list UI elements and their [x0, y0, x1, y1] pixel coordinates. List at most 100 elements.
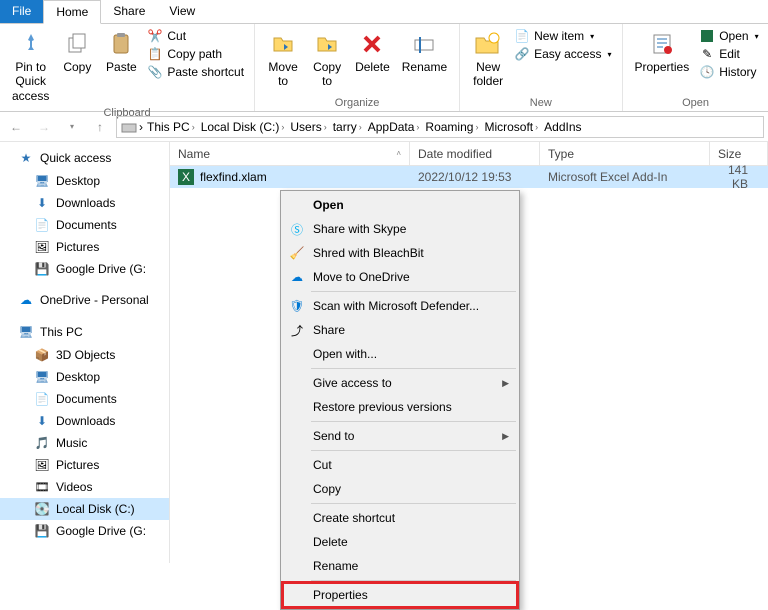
- copy-path-button[interactable]: 📋Copy path: [147, 46, 244, 62]
- nav-pc-music[interactable]: 🎵Music: [0, 432, 169, 454]
- separator: [311, 503, 516, 504]
- nav-downloads[interactable]: ⬇Downloads: [0, 192, 169, 214]
- crumb-addins[interactable]: AddIns: [542, 120, 583, 134]
- separator: [311, 450, 516, 451]
- group-organize: Move to Copy to Delete Rename Organize: [255, 24, 460, 111]
- drive-icon: 💾: [34, 261, 50, 277]
- nav-quick-access[interactable]: ★Quick access: [0, 146, 169, 170]
- ctx-share[interactable]: ⤴Share: [283, 318, 517, 342]
- downloads-icon: ⬇: [34, 413, 50, 429]
- downloads-icon: ⬇: [34, 195, 50, 211]
- rename-icon: [408, 28, 440, 60]
- easy-access-button[interactable]: 🔗Easy access▾: [514, 46, 611, 62]
- nav-onedrive[interactable]: ☁OneDrive - Personal: [0, 288, 169, 312]
- delete-icon: [356, 28, 388, 60]
- nav-pc-videos[interactable]: 🎞Videos: [0, 476, 169, 498]
- crumb-microsoft[interactable]: Microsoft›: [482, 120, 540, 134]
- col-size[interactable]: Size: [710, 142, 768, 165]
- cut-button[interactable]: ✂️Cut: [147, 28, 244, 44]
- col-name[interactable]: Name˄: [170, 142, 410, 165]
- copy-icon: [61, 28, 93, 60]
- new-item-button[interactable]: 📄New item▾: [514, 28, 611, 44]
- separator: [311, 291, 516, 292]
- nav-3d-objects[interactable]: 📦3D Objects: [0, 344, 169, 366]
- ctx-send-to[interactable]: Send to▶: [283, 424, 517, 448]
- nav-pc-downloads[interactable]: ⬇Downloads: [0, 410, 169, 432]
- nav-pictures[interactable]: 🖼Pictures: [0, 236, 169, 258]
- nav-documents[interactable]: 📄Documents: [0, 214, 169, 236]
- nav-google-drive-g[interactable]: 💾Google Drive (G:: [0, 520, 169, 542]
- chevron-right-icon: ▶: [502, 378, 509, 389]
- cut-icon: ✂️: [147, 28, 163, 44]
- nav-this-pc[interactable]: 🖥This PC: [0, 320, 169, 344]
- paste-button[interactable]: Paste: [99, 26, 143, 76]
- nav-google-drive[interactable]: 💾Google Drive (G:: [0, 258, 169, 280]
- ctx-shred[interactable]: 🧹Shred with BleachBit: [283, 241, 517, 265]
- ctx-properties[interactable]: Properties: [283, 583, 517, 607]
- menu-tabs: File Home Share View: [0, 0, 768, 24]
- ctx-cut[interactable]: Cut: [283, 453, 517, 477]
- rename-button[interactable]: Rename: [396, 26, 453, 76]
- ctx-delete[interactable]: Delete: [283, 530, 517, 554]
- file-row-flexfind[interactable]: Xflexfind.xlam 2022/10/12 19:53 Microsof…: [170, 166, 768, 188]
- drive-icon: [121, 119, 137, 135]
- ctx-share-skype[interactable]: ⓈShare with Skype: [283, 217, 517, 241]
- 3d-icon: 📦: [34, 347, 50, 363]
- separator: [311, 368, 516, 369]
- tab-home[interactable]: Home: [43, 0, 101, 24]
- ctx-restore[interactable]: Restore previous versions: [283, 395, 517, 419]
- copy-button[interactable]: Copy: [55, 26, 99, 76]
- star-icon: ★: [18, 150, 34, 166]
- ctx-give-access[interactable]: Give access to▶: [283, 371, 517, 395]
- properties-button[interactable]: Properties: [629, 26, 696, 76]
- nav-pc-documents[interactable]: 📄Documents: [0, 388, 169, 410]
- crumb-local-disk[interactable]: Local Disk (C:)›: [199, 120, 287, 134]
- paste-shortcut-button[interactable]: 📎Paste shortcut: [147, 64, 244, 80]
- navigation-pane: ★Quick access 🖥Desktop ⬇Downloads 📄Docum…: [0, 142, 170, 563]
- up-button[interactable]: ↑: [88, 115, 112, 139]
- crumb-tarry[interactable]: tarry›: [331, 120, 364, 134]
- ctx-copy[interactable]: Copy: [283, 477, 517, 501]
- open-button-ribbon[interactable]: Open▾: [699, 28, 758, 44]
- disk-icon: 💽: [34, 501, 50, 517]
- nav-local-disk[interactable]: 💽Local Disk (C:): [0, 498, 169, 520]
- delete-button[interactable]: Delete: [349, 26, 396, 76]
- ctx-rename[interactable]: Rename: [283, 554, 517, 578]
- column-headers: Name˄ Date modified Type Size: [170, 142, 768, 166]
- properties-icon: [646, 28, 678, 60]
- breadcrumb[interactable]: › This PC› Local Disk (C:)› Users› tarry…: [116, 116, 764, 138]
- forward-button[interactable]: →: [32, 115, 56, 139]
- back-button[interactable]: ←: [4, 115, 28, 139]
- ctx-create-shortcut[interactable]: Create shortcut: [283, 506, 517, 530]
- new-folder-button[interactable]: New folder: [466, 26, 510, 91]
- tab-share[interactable]: Share: [101, 0, 157, 23]
- nav-pc-pictures[interactable]: 🖼Pictures: [0, 454, 169, 476]
- share-icon: ⤴: [289, 322, 305, 338]
- col-date[interactable]: Date modified: [410, 142, 540, 165]
- group-new: New folder 📄New item▾ 🔗Easy access▾ New: [460, 24, 622, 111]
- ctx-open[interactable]: Open: [283, 193, 517, 217]
- crumb-users[interactable]: Users›: [288, 120, 328, 134]
- group-open: Properties Open▾ ✎Edit 🕓History Open: [623, 24, 768, 111]
- tab-file[interactable]: File: [0, 0, 43, 23]
- history-button[interactable]: 🕓History: [699, 64, 758, 80]
- recent-button[interactable]: ▾: [60, 115, 84, 139]
- move-to-button[interactable]: Move to: [261, 26, 305, 91]
- edit-button[interactable]: ✎Edit: [699, 46, 758, 62]
- pictures-icon: 🖼: [34, 457, 50, 473]
- ctx-defender[interactable]: 🛡Scan with Microsoft Defender...: [283, 294, 517, 318]
- ctx-onedrive[interactable]: ☁Move to OneDrive: [283, 265, 517, 289]
- nav-pc-desktop[interactable]: 🖥Desktop: [0, 366, 169, 388]
- ctx-open-with[interactable]: Open with...: [283, 342, 517, 366]
- bleachbit-icon: 🧹: [289, 245, 305, 261]
- crumb-this-pc[interactable]: This PC›: [145, 120, 197, 134]
- col-type[interactable]: Type: [540, 142, 710, 165]
- excel-file-icon: X: [178, 169, 194, 185]
- tab-view[interactable]: View: [157, 0, 207, 23]
- nav-desktop[interactable]: 🖥Desktop: [0, 170, 169, 192]
- copy-to-button[interactable]: Copy to: [305, 26, 349, 91]
- group-clipboard: Pin to Quick access Copy Paste ✂️Cut 📋Co…: [0, 24, 255, 111]
- pin-quick-access-button[interactable]: Pin to Quick access: [6, 26, 55, 105]
- crumb-appdata[interactable]: AppData›: [366, 120, 422, 134]
- crumb-roaming[interactable]: Roaming›: [423, 120, 480, 134]
